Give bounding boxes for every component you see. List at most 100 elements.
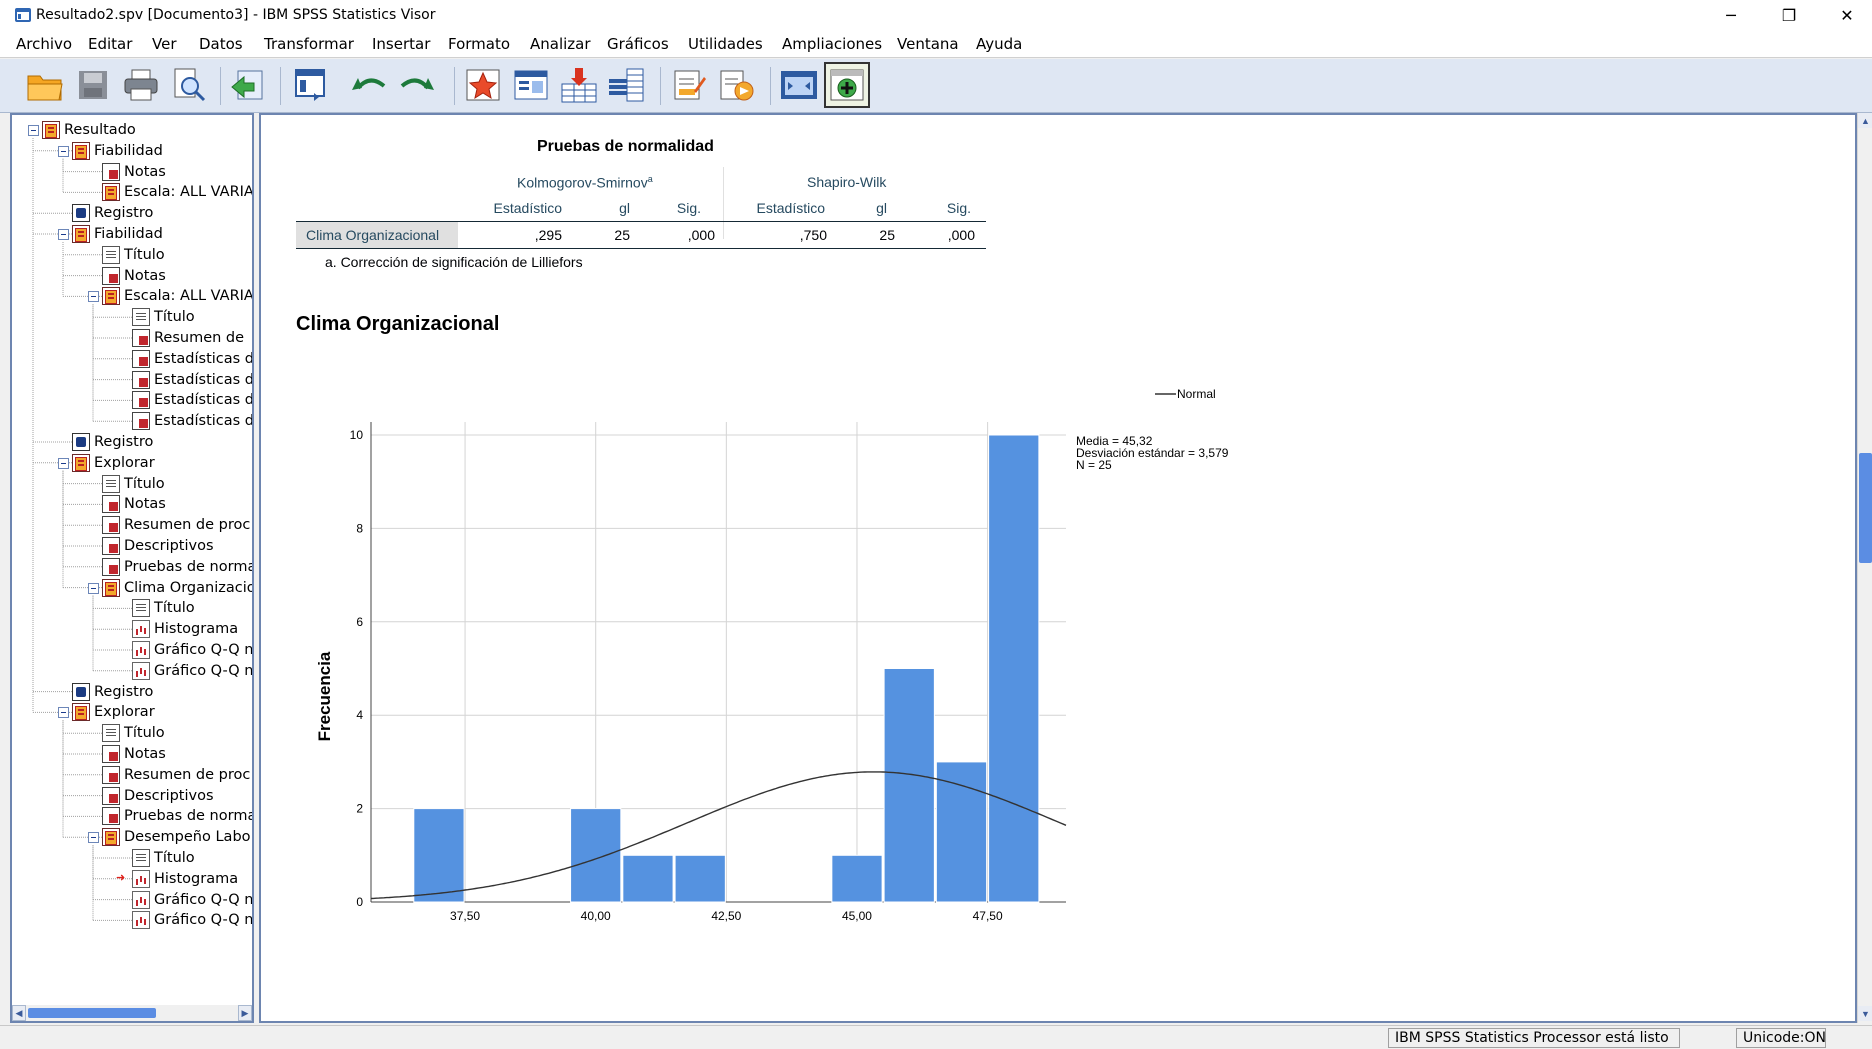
redo-icon[interactable] [396,64,438,106]
outline-item-titulo[interactable]: Título [132,598,195,618]
menu-formato[interactable]: Formato [448,35,510,53]
collapse-toggle-icon[interactable] [58,707,69,719]
goto-variable-icon[interactable] [558,64,600,106]
outline-item-resumen-de-proc[interactable]: Resumen de proc [102,765,250,785]
status-unicode: Unicode:ON [1736,1028,1826,1048]
show-all-icon[interactable] [778,64,820,106]
content-scroll-thumb[interactable] [1859,453,1872,563]
outline-item-grafico-q-q-n[interactable]: Gráfico Q-Q n [132,890,252,910]
menu-transformar[interactable]: Transformar [264,35,354,53]
menu-datos[interactable]: Datos [199,35,243,53]
scroll-up-arrow-icon[interactable]: ▲ [1858,113,1872,128]
menu-archivo[interactable]: Archivo [16,35,72,53]
variables-icon[interactable] [606,64,648,106]
outline-item-grafico-q-q-n[interactable]: Gráfico Q-Q n [132,910,252,930]
outline-item-titulo[interactable]: Título [102,474,165,494]
insert-heading-icon[interactable] [668,64,710,106]
outline-item-escala-all-varia[interactable]: Escala: ALL VARIA [102,286,252,306]
minimize-button[interactable]: ─ [1706,0,1756,30]
menu-ver[interactable]: Ver [152,35,177,53]
spss-app-icon [15,8,31,22]
outline-item-registro[interactable]: Registro [72,682,153,702]
outline-item-titulo[interactable]: Título [132,307,195,327]
collapse-toggle-icon[interactable] [88,582,99,594]
outline-item-pruebas-de-norma[interactable]: Pruebas de norma [102,806,252,826]
outline-horizontal-scrollbar[interactable]: ◀ ▶ [12,1005,252,1021]
outline-item-clima-organizacio[interactable]: Clima Organizacio [102,578,252,598]
collapse-toggle-icon[interactable] [88,832,99,844]
content-pane[interactable]: Pruebas de normalidad Kolmogorov-Smirnov… [259,113,1857,1023]
outline-item-desempeno-labo[interactable]: Desempeño Labo [102,827,251,847]
recall-dialog-icon[interactable] [290,64,332,106]
open-folder-icon[interactable] [24,64,66,106]
outline-item-fiabilidad[interactable]: Fiabilidad [72,224,163,244]
save-icon[interactable] [72,64,114,106]
outline-item-resumen-de[interactable]: Resumen de [132,328,244,348]
collapse-toggle-icon[interactable] [88,291,99,303]
outline-item-estadisticas-d[interactable]: Estadísticas d [132,349,252,369]
outline-item-pruebas-de-norma[interactable]: Pruebas de norma [102,557,252,577]
menu-utilidades[interactable]: Utilidades [688,35,763,53]
outline-item-titulo[interactable]: Título [132,848,195,868]
x-tick-label: 47,50 [973,909,1003,923]
outline-item-escala-all-varia[interactable]: Escala: ALL VARIA [102,182,252,202]
outline-item-histograma[interactable]: Histograma [132,619,238,639]
outline-item-descriptivos[interactable]: Descriptivos [102,536,214,556]
outline-item-titulo[interactable]: Título [102,245,165,265]
outline-item-titulo[interactable]: Título [102,723,165,743]
outline-item-grafico-q-q-n[interactable]: Gráfico Q-Q n [132,640,252,660]
designate-window-icon[interactable] [824,62,870,108]
goto-case-icon[interactable] [510,64,552,106]
outline-item-notas[interactable]: Notas [102,162,166,182]
outline-item-notas[interactable]: Notas [102,266,166,286]
outline-item-estadisticas-d[interactable]: Estadísticas d [132,370,252,390]
outline-pane[interactable]: Resultado Fiabilidad Notas Escala: ALL VARI… [10,113,254,1023]
close-button[interactable]: ✕ [1822,0,1872,30]
outline-item-notas[interactable]: Notas [102,494,166,514]
book-icon [72,453,90,472]
scroll-right-arrow-icon[interactable]: ▶ [238,1005,252,1021]
restore-button[interactable]: ❐ [1764,0,1814,30]
outline-item-label: Notas [124,746,166,762]
book-icon [72,703,90,722]
menu-ampliaciones[interactable]: Ampliaciones [782,35,882,53]
histogram-chart[interactable]: 0 2 4 6 8 10 37,50 40,00 42,50 45,00 47,50 Frecuenc… [261,115,1857,1023]
print-icon[interactable] [120,64,162,106]
scroll-down-arrow-icon[interactable]: ▼ [1858,1006,1872,1021]
scroll-left-arrow-icon[interactable]: ◀ [12,1005,26,1021]
collapse-toggle-icon[interactable] [58,457,69,469]
collapse-toggle-icon[interactable] [58,229,69,240]
outline-item-explorar[interactable]: Explorar [72,453,155,473]
undo-icon[interactable] [348,64,390,106]
collapse-toggle-icon[interactable] [28,125,39,136]
menu-graficos[interactable]: Gráficos [607,35,669,53]
menu-ayuda[interactable]: Ayuda [976,35,1022,53]
status-processor: IBM SPSS Statistics Processor está listo [1388,1028,1680,1048]
export-icon[interactable] [228,64,270,106]
insert-title-icon[interactable] [716,64,758,106]
outline-item-resultado[interactable]: Resultado [42,120,136,140]
menu-editar[interactable]: Editar [88,35,132,53]
outline-scroll-thumb[interactable] [28,1008,156,1018]
menu-analizar[interactable]: Analizar [530,35,591,53]
print-preview-icon[interactable] [168,64,210,106]
outline-item-explorar[interactable]: Explorar [72,702,155,722]
histogram-bar [413,808,465,903]
outline-item-fiabilidad[interactable]: Fiabilidad [72,141,163,161]
outline-item-estadisticas-d[interactable]: Estadísticas d [132,411,252,431]
collapse-toggle-icon[interactable] [58,145,69,157]
outline-item-descriptivos[interactable]: Descriptivos [102,786,214,806]
goto-data-icon[interactable] [462,64,504,106]
menu-ventana[interactable]: Ventana [897,35,959,53]
outline-item-estadisticas-d[interactable]: Estadísticas d [132,390,252,410]
outline-item-grafico-q-q-n[interactable]: Gráfico Q-Q n [132,661,252,681]
outline-item-registro[interactable]: Registro [72,203,153,223]
outline-item-notas[interactable]: Notas [102,744,166,764]
outline-item-label: Histograma [154,870,239,887]
outline-item-histograma[interactable]: Histograma [132,869,238,889]
book-icon [42,121,60,139]
outline-item-registro[interactable]: Registro [72,432,153,452]
outline-item-resumen-de-proc[interactable]: Resumen de proc [102,515,250,535]
menu-insertar[interactable]: Insertar [372,35,430,53]
content-vertical-scrollbar[interactable]: ▲ ▼ [1857,113,1872,1023]
